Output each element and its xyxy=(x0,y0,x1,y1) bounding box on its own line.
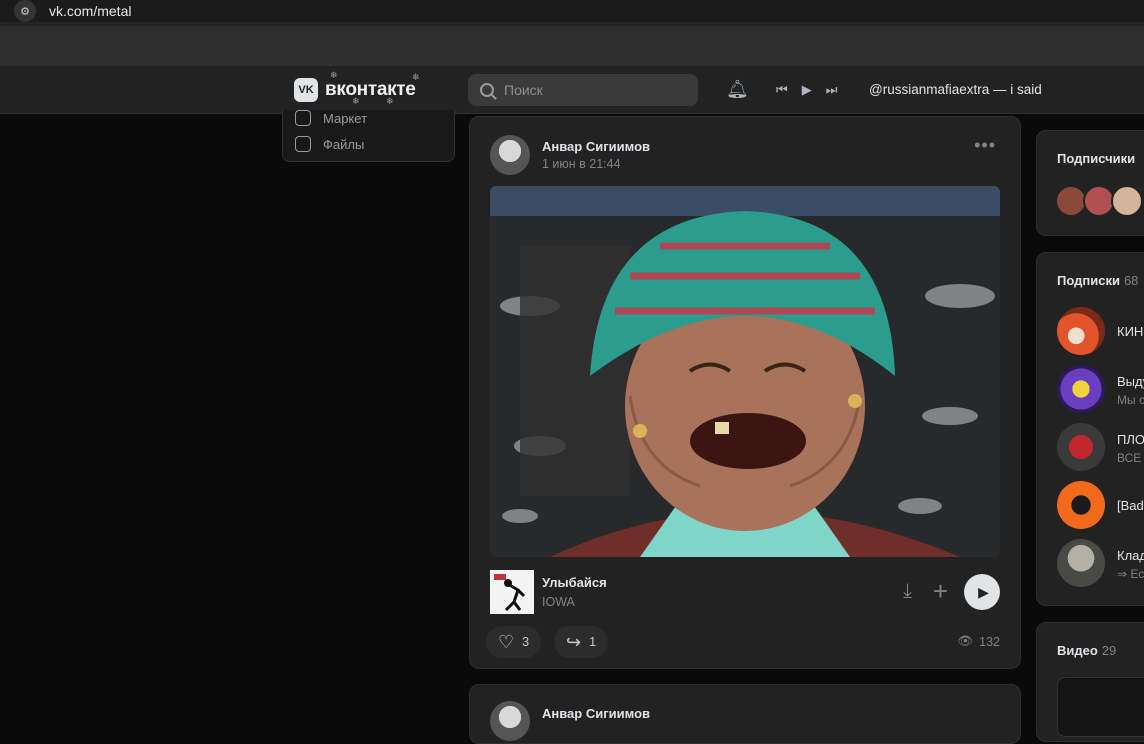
subscription-item[interactable]: [Bad xyxy=(1057,481,1144,531)
subscriptions-title-label: Подписки xyxy=(1057,273,1120,288)
group-name: КИН xyxy=(1117,324,1144,339)
group-name: Клад xyxy=(1117,548,1144,563)
group-name: ПЛО xyxy=(1117,432,1144,447)
snowflake-icon: ❄ xyxy=(352,96,360,106)
vk-logo[interactable]: VK вконтакте ❄ ❄ ❄ ❄ xyxy=(294,70,420,106)
vk-logo-icon: VK xyxy=(294,78,318,102)
menu-item-market[interactable]: Маркет xyxy=(295,110,367,126)
url-text[interactable]: vk.com/metal xyxy=(49,3,131,19)
subscription-item[interactable]: Клад ⇒ Ес xyxy=(1057,539,1144,589)
market-icon xyxy=(295,110,311,126)
song-artist[interactable]: IOWA xyxy=(542,595,575,609)
browser-chrome: ⚙ vk.com/metal xyxy=(0,0,1144,66)
bell-icon[interactable]: 🔔︎ xyxy=(726,79,749,100)
followers-title[interactable]: Подписчики xyxy=(1057,151,1135,166)
download-icon[interactable]: ⤓ xyxy=(903,580,912,603)
subscription-item[interactable]: ПЛО ВСЕ xyxy=(1057,423,1144,473)
menu-item-label: Файлы xyxy=(323,136,365,152)
video-title[interactable]: Видео 29 xyxy=(1057,643,1116,658)
post-author[interactable]: Анвар Сигиимов xyxy=(542,139,650,154)
audio-attachment[interactable]: Улыбайся IOWA ⤓ + ▶ xyxy=(490,570,1000,614)
share-icon: ↪ xyxy=(566,631,582,652)
followers-card[interactable]: Подписчики xyxy=(1036,130,1144,236)
video-thumbnail[interactable] xyxy=(1057,677,1144,737)
group-name: [Bad xyxy=(1117,498,1144,513)
group-subtitle: ВСЕ xyxy=(1117,451,1142,465)
snowflake-icon: ❄ xyxy=(412,72,420,82)
search-input[interactable] xyxy=(504,82,674,98)
search-icon xyxy=(480,83,494,97)
subscriptions-title[interactable]: Подписки 68 xyxy=(1057,273,1138,288)
vk-header: VK вконтакте ❄ ❄ ❄ ❄ 🔔︎ ⏮ ▶ ⏭ @russianma… xyxy=(0,66,1144,114)
post-photo[interactable] xyxy=(490,186,1000,557)
follower-avatar[interactable] xyxy=(1111,185,1143,217)
vk-logo-text: вконтакте xyxy=(325,79,416,100)
like-count: 3 xyxy=(522,635,530,649)
group-avatar xyxy=(1057,481,1105,529)
now-playing-label[interactable]: @russianmafiaextra — i said xyxy=(869,82,1042,97)
album-cover[interactable] xyxy=(490,570,534,614)
address-bar[interactable]: ⚙ vk.com/metal xyxy=(0,0,1144,22)
group-name: Выду xyxy=(1117,374,1144,389)
views-count: 132 xyxy=(979,634,1000,649)
eye-icon: 👁︎ xyxy=(957,634,974,648)
video-card[interactable]: Видео 29 xyxy=(1036,622,1144,742)
song-title[interactable]: Улыбайся xyxy=(542,575,607,590)
site-settings-icon[interactable]: ⚙ xyxy=(14,0,36,22)
file-icon xyxy=(295,136,311,152)
next-track-icon[interactable]: ⏭ xyxy=(826,82,838,98)
share-button[interactable]: ↪ 1 xyxy=(554,626,609,658)
menu-item-label: Маркет xyxy=(323,110,368,126)
play-icon[interactable]: ▶ xyxy=(802,82,812,98)
subscription-item[interactable]: Выду Мы с xyxy=(1057,365,1144,415)
author-avatar[interactable] xyxy=(490,701,530,741)
like-button[interactable]: ♡ 3 xyxy=(486,626,542,658)
album-art xyxy=(490,570,534,614)
subscription-item[interactable]: КИН xyxy=(1057,307,1144,357)
menu-item-files[interactable]: Файлы xyxy=(295,136,364,152)
snowflake-icon: ❄ xyxy=(386,96,394,106)
audio-controls: ⏮ ▶ ⏭ xyxy=(776,82,837,98)
bookmarks-bar xyxy=(0,26,1144,66)
post-date[interactable]: 1 июн в 21:44 xyxy=(542,157,621,171)
group-avatar xyxy=(1057,539,1105,587)
group-avatar xyxy=(1057,423,1105,471)
views-counter: 👁︎ 132 xyxy=(957,634,1000,649)
add-icon[interactable]: + xyxy=(933,576,948,607)
author-avatar[interactable] xyxy=(490,135,530,175)
group-avatar xyxy=(1057,365,1105,413)
group-avatar xyxy=(1057,307,1105,355)
subscriptions-count: 68 xyxy=(1123,273,1139,288)
post-card: Анвар Сигиимов 1 июн в 21:44 ••• Улыбайс… xyxy=(469,116,1021,669)
video-count: 29 xyxy=(1101,643,1117,658)
group-subtitle: Мы с xyxy=(1117,393,1144,407)
post-photo-illustration xyxy=(490,186,1000,557)
left-menu: Маркет Файлы xyxy=(282,110,455,162)
more-options-icon[interactable]: ••• xyxy=(974,135,996,156)
search-box[interactable] xyxy=(468,74,698,106)
next-post-card: Анвар Сигиимов xyxy=(469,684,1021,744)
share-count: 1 xyxy=(589,635,597,649)
subscriptions-card: Подписки68 КИН Выду Мы с ПЛО ВСЕ [Bad Кл… xyxy=(1036,252,1144,606)
video-title-label: Видео xyxy=(1057,643,1098,658)
snowflake-icon: ❄ xyxy=(330,70,338,80)
post-author[interactable]: Анвар Сигиимов xyxy=(542,706,650,721)
group-subtitle: ⇒ Ес xyxy=(1117,567,1144,581)
play-audio-button[interactable]: ▶ xyxy=(964,574,1000,610)
heart-icon: ♡ xyxy=(498,631,515,652)
previous-track-icon[interactable]: ⏮ xyxy=(776,82,788,98)
